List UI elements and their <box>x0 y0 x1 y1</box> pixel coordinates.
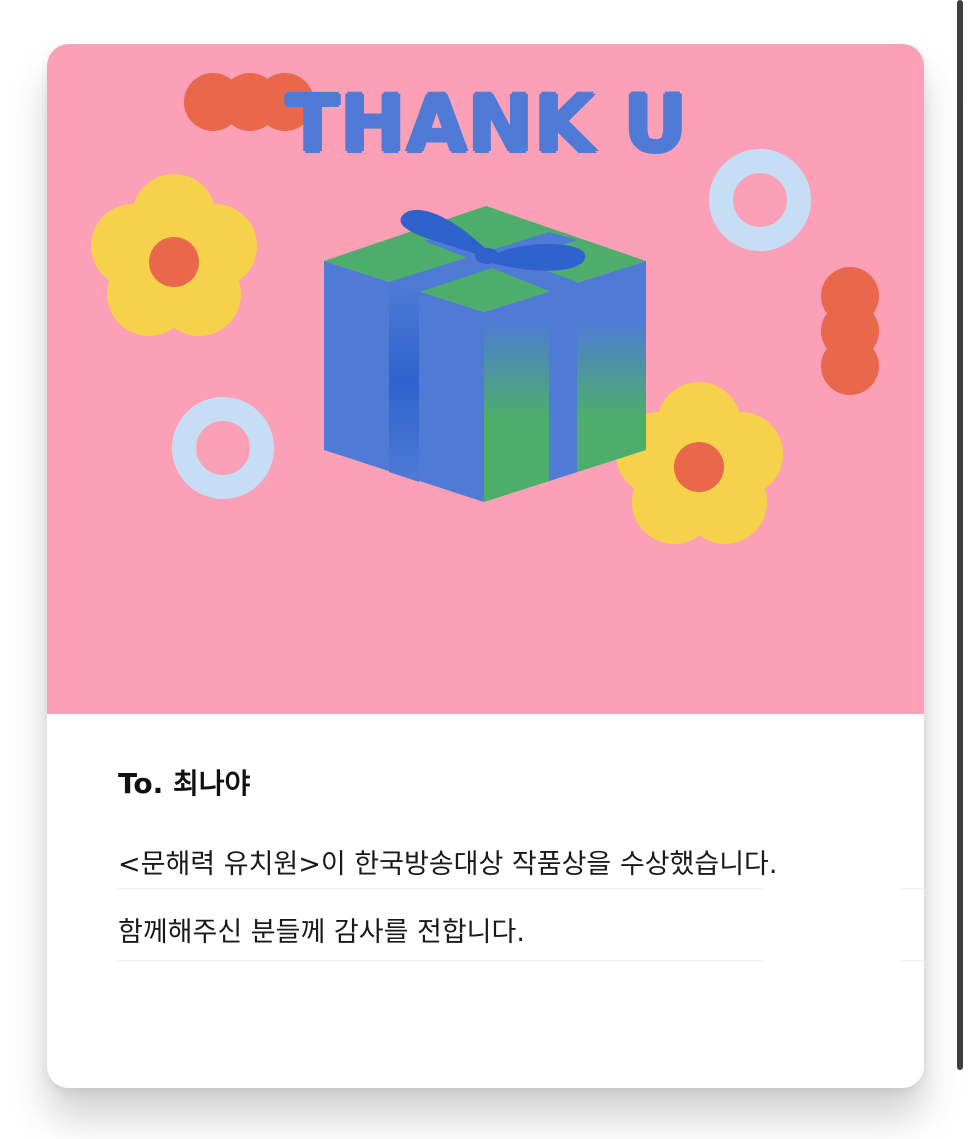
message-line: <문해력 유치원>이 한국방송대상 작품상을 수상했습니다. <box>118 849 778 880</box>
flower-icon <box>91 174 257 336</box>
card-illustration: THANK U <box>47 44 924 714</box>
thank-u-title: THANK U <box>285 80 689 170</box>
divider <box>902 960 924 961</box>
orange-blob-icon <box>821 267 879 395</box>
ring-icon <box>172 397 274 499</box>
thank-you-card: THANK U To. 최나야 <문해력 유치원>이 한국방송대상 작품상을 수… <box>47 44 924 1088</box>
ring-icon <box>709 149 811 251</box>
message-line: 함께해주신 분들께 감사를 전합니다. <box>118 917 525 948</box>
divider <box>118 960 762 961</box>
scrollbar[interactable] <box>957 0 963 1070</box>
gift-box-icon <box>324 206 646 502</box>
recipient-label: To. 최나야 <box>118 767 251 800</box>
message-section: To. 최나야 <문해력 유치원>이 한국방송대상 작품상을 수상했습니다. 함… <box>47 714 924 1088</box>
divider <box>902 888 924 889</box>
divider <box>118 888 762 889</box>
